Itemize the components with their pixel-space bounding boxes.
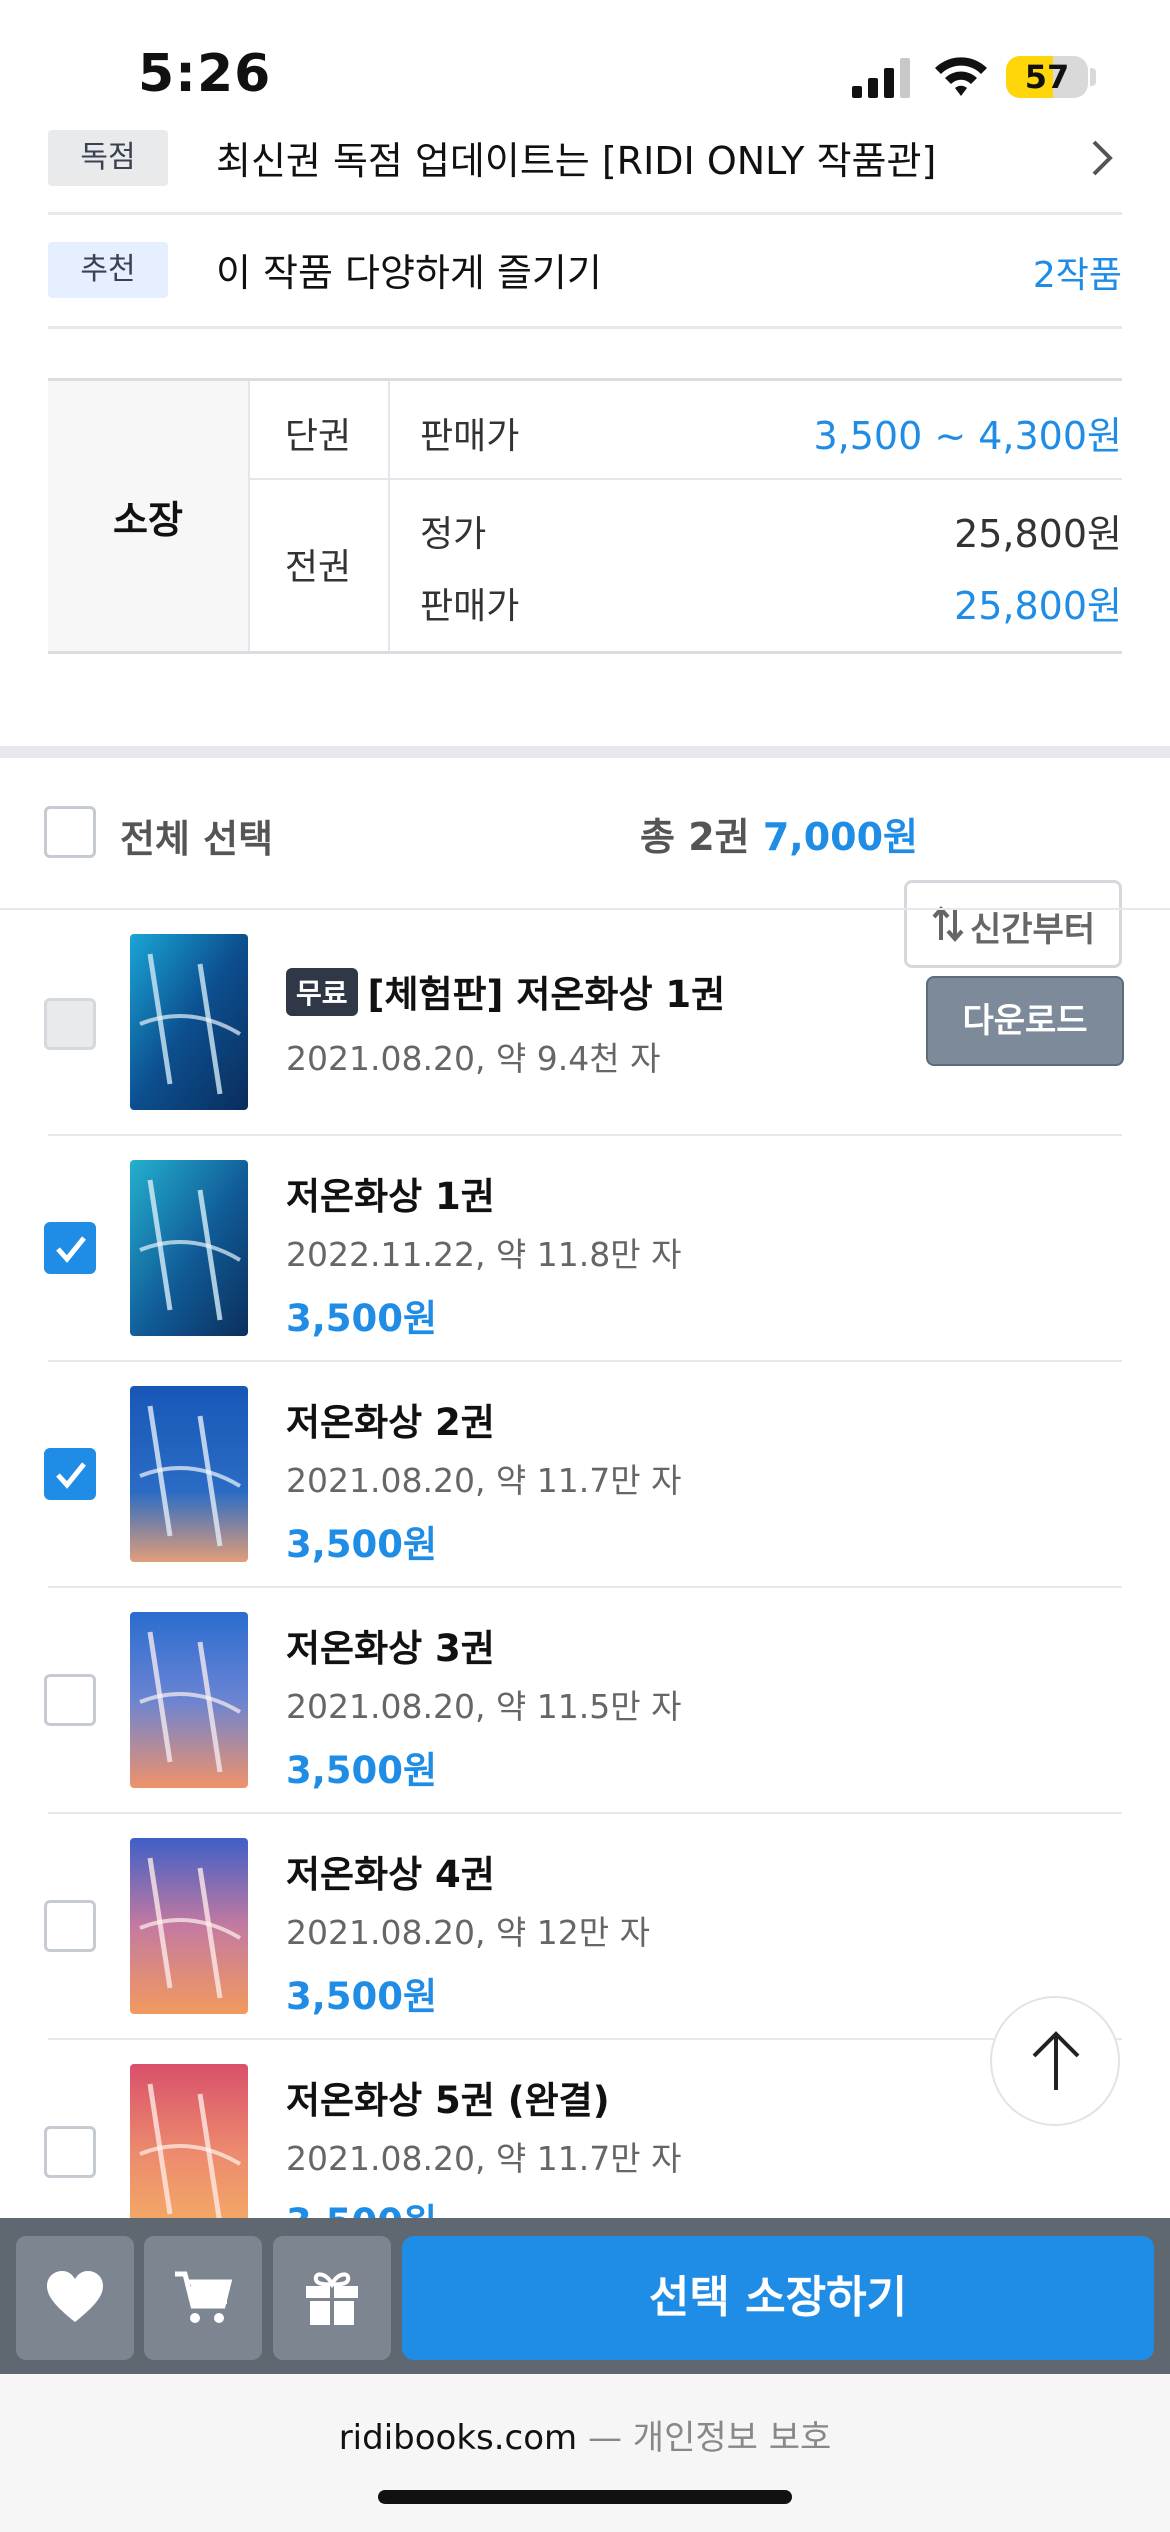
- list-item: 무료 [체험판] 저온화상 1권 2021.08.20, 약 9.4천 자 다운로…: [0, 910, 1170, 1136]
- single-price: 3,500 ~ 4,300원: [813, 414, 1122, 458]
- signal-icon: [852, 58, 910, 98]
- total-summary: 총 2권 7,000원: [640, 806, 918, 861]
- item-checkbox: [44, 998, 96, 1050]
- item-title[interactable]: 저온화상 4권: [286, 1844, 495, 1898]
- item-price: 3,500원: [286, 1975, 438, 2018]
- battery-nub: [1090, 68, 1096, 86]
- list-item: 저온화상 1권 2022.11.22, 약 11.8만 자 3,500원: [0, 1136, 1170, 1362]
- book-cover[interactable]: [130, 1838, 248, 2014]
- single-cell: 단권: [248, 381, 390, 480]
- set-label: 전권: [284, 547, 352, 588]
- book-cover[interactable]: [130, 1612, 248, 1788]
- item-checkbox[interactable]: [44, 1222, 96, 1274]
- item-meta: 2021.08.20, 약 9.4천 자: [286, 1039, 661, 1078]
- item-checkbox[interactable]: [44, 1674, 96, 1726]
- single-label: 단권: [284, 416, 352, 457]
- select-all-checkbox[interactable]: [44, 806, 96, 858]
- own-label: 소장: [113, 498, 183, 542]
- set-list-label: 정가: [420, 514, 487, 555]
- item-meta: 2022.11.22, 약 11.8만 자: [286, 1235, 682, 1274]
- item-meta: 2021.08.20, 약 11.7만 자: [286, 2139, 682, 2178]
- bottom-action-bar: 선택 소장하기: [0, 2218, 1170, 2374]
- home-indicator[interactable]: [378, 2490, 792, 2504]
- book-cover[interactable]: [130, 1160, 248, 1336]
- item-price: 3,500원: [286, 1297, 438, 1340]
- total-count: 총 2권: [640, 815, 750, 859]
- wishlist-button[interactable]: [16, 2236, 134, 2360]
- cart-button[interactable]: [144, 2236, 262, 2360]
- section-divider: [0, 746, 1170, 758]
- set-sale-price: 25,800원: [954, 584, 1122, 628]
- gift-button[interactable]: [273, 2236, 391, 2360]
- row-divider: [48, 212, 1122, 215]
- row-divider: [48, 326, 1122, 329]
- item-price: 3,500원: [286, 1523, 438, 1566]
- item-title[interactable]: 저온화상 2권: [286, 1392, 495, 1446]
- single-price-cell: 판매가 3,500 ~ 4,300원: [390, 381, 1122, 480]
- chevron-right-icon[interactable]: [1088, 138, 1116, 178]
- list-item: 저온화상 3권 2021.08.20, 약 11.5만 자 3,500원: [0, 1588, 1170, 1814]
- exclusive-row-text[interactable]: 최신권 독점 업데이트는 [RIDI ONLY 작품관]: [216, 130, 936, 185]
- footer-domain: ridibooks.com: [338, 2418, 578, 2458]
- item-title-row[interactable]: 무료 [체험판] 저온화상 1권: [286, 964, 725, 1018]
- status-time: 5:26: [138, 44, 272, 104]
- item-checkbox[interactable]: [44, 1900, 96, 1952]
- free-badge: 무료: [286, 968, 358, 1016]
- book-cover[interactable]: [130, 1386, 248, 1562]
- price-table: 소장 단권 전권 판매가 3,500 ~ 4,300원 정가 25,800원 판…: [48, 378, 1122, 654]
- own-cell: 소장: [48, 381, 250, 651]
- item-meta: 2021.08.20, 약 11.7만 자: [286, 1461, 682, 1500]
- browser-footer: ridibooks.com — 개인정보 보호: [0, 2410, 1170, 2459]
- footer-privacy[interactable]: — 개인정보 보호: [588, 2418, 831, 2458]
- wifi-icon: [935, 57, 987, 96]
- item-title[interactable]: 저온화상 5권 (완결): [286, 2070, 610, 2124]
- buy-selected-button[interactable]: 선택 소장하기: [402, 2236, 1154, 2360]
- set-cell: 전권: [248, 480, 390, 651]
- check-icon: [56, 1236, 86, 1263]
- set-list-price: 25,800원: [954, 512, 1122, 556]
- item-title: [체험판] 저온화상 1권: [367, 973, 726, 1016]
- arrow-up-icon: [1032, 2031, 1080, 2090]
- battery-level: 57: [1024, 58, 1070, 96]
- item-meta: 2021.08.20, 약 12만 자: [286, 1913, 650, 1952]
- select-all-label[interactable]: 전체 선택: [120, 808, 273, 863]
- set-sale-label: 판매가: [420, 586, 520, 627]
- heart-icon: [47, 2271, 103, 2322]
- recommend-link[interactable]: 2작품: [1033, 246, 1122, 298]
- gift-icon: [306, 2272, 358, 2325]
- book-cover[interactable]: [130, 934, 248, 1110]
- download-button[interactable]: 다운로드: [926, 976, 1124, 1066]
- item-title[interactable]: 저온화상 3권: [286, 1618, 495, 1672]
- book-cover[interactable]: [130, 2064, 248, 2240]
- total-amount: 7,000원: [762, 815, 918, 859]
- single-price-label: 판매가: [420, 416, 520, 457]
- cart-icon: [175, 2271, 233, 2323]
- item-meta: 2021.08.20, 약 11.5만 자: [286, 1687, 682, 1726]
- item-checkbox[interactable]: [44, 1448, 96, 1500]
- list-item: 저온화상 2권 2021.08.20, 약 11.7만 자 3,500원: [0, 1362, 1170, 1588]
- exclusive-tag: 독점: [48, 130, 168, 186]
- check-icon: [56, 1462, 86, 1489]
- recommend-tag: 추천: [48, 242, 168, 298]
- item-checkbox[interactable]: [44, 2126, 96, 2178]
- battery-icon: 57: [1006, 56, 1088, 98]
- item-title[interactable]: 저온화상 1권: [286, 1166, 495, 1220]
- recommend-row-text[interactable]: 이 작품 다양하게 즐기기: [216, 242, 602, 297]
- list-item: 저온화상 4권 2021.08.20, 약 12만 자 3,500원: [0, 1814, 1170, 2040]
- item-price: 3,500원: [286, 1749, 438, 1792]
- scroll-top-button[interactable]: [990, 1996, 1120, 2126]
